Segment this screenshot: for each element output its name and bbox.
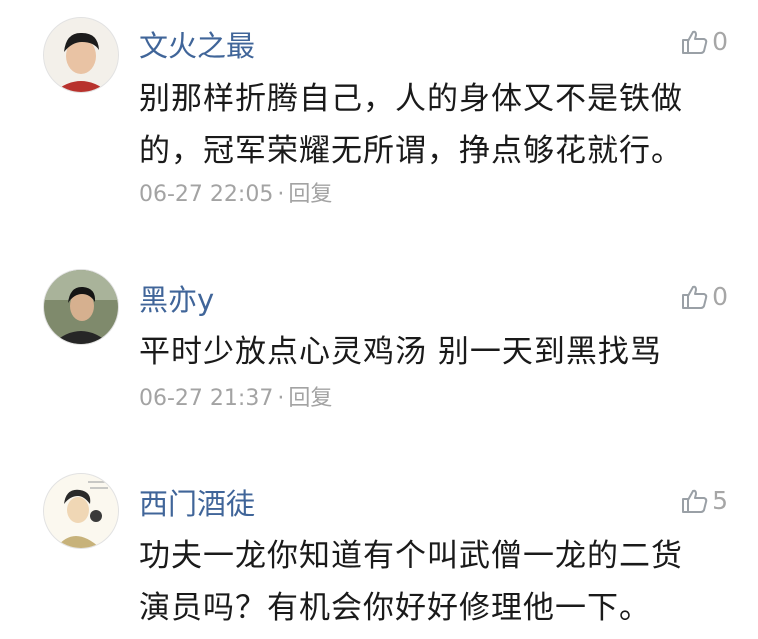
thumbs-up-icon <box>680 282 710 312</box>
comment-meta: 06-27 21:37 · 回复 <box>139 384 332 414</box>
like-count: 0 <box>712 27 728 56</box>
like-count: 0 <box>712 282 728 311</box>
reply-button[interactable]: 回复 <box>288 386 332 411</box>
username[interactable]: 黑亦y <box>139 282 214 318</box>
comment-text: 别那样折腾自己，人的身体又不是铁做 的，冠军荣耀无所谓，挣点够花就行。 <box>139 73 729 177</box>
comment-text-line: 功夫一龙你知道有个叫武僧一龙的二货 <box>139 538 683 574</box>
comment-text-line: 的，冠军荣耀无所谓，挣点够花就行。 <box>139 133 683 169</box>
comment-text-line: 演员吗？有机会你好好修理他一下。 <box>139 590 651 626</box>
comment-meta: 06-27 22:05 · 回复 <box>139 180 332 210</box>
reply-button[interactable]: 回复 <box>288 182 332 207</box>
username[interactable]: 西门酒徒 <box>139 486 255 522</box>
timestamp: 06-27 22:05 <box>139 182 274 207</box>
avatar[interactable] <box>44 474 118 548</box>
avatar[interactable] <box>44 270 118 344</box>
username[interactable]: 文火之最 <box>139 28 255 64</box>
thumbs-up-icon <box>680 486 710 516</box>
like-count: 5 <box>712 486 728 515</box>
like-button[interactable]: 5 <box>680 486 728 516</box>
comment-text: 功夫一龙你知道有个叫武僧一龙的二货 演员吗？有机会你好好修理他一下。 <box>139 530 729 634</box>
comment-text: 平时少放点心灵鸡汤 别一天到黑找骂 <box>139 326 729 378</box>
like-button[interactable]: 0 <box>680 27 728 57</box>
avatar[interactable] <box>44 18 118 92</box>
comment-text-line: 别那样折腾自己，人的身体又不是铁做 <box>139 81 683 117</box>
comment-text-line: 平时少放点心灵鸡汤 别一天到黑找骂 <box>139 334 662 370</box>
separator-dot: · <box>277 386 285 411</box>
like-button[interactable]: 0 <box>680 282 728 312</box>
separator-dot: · <box>277 182 285 207</box>
timestamp: 06-27 21:37 <box>139 386 274 411</box>
thumbs-up-icon <box>680 27 710 57</box>
